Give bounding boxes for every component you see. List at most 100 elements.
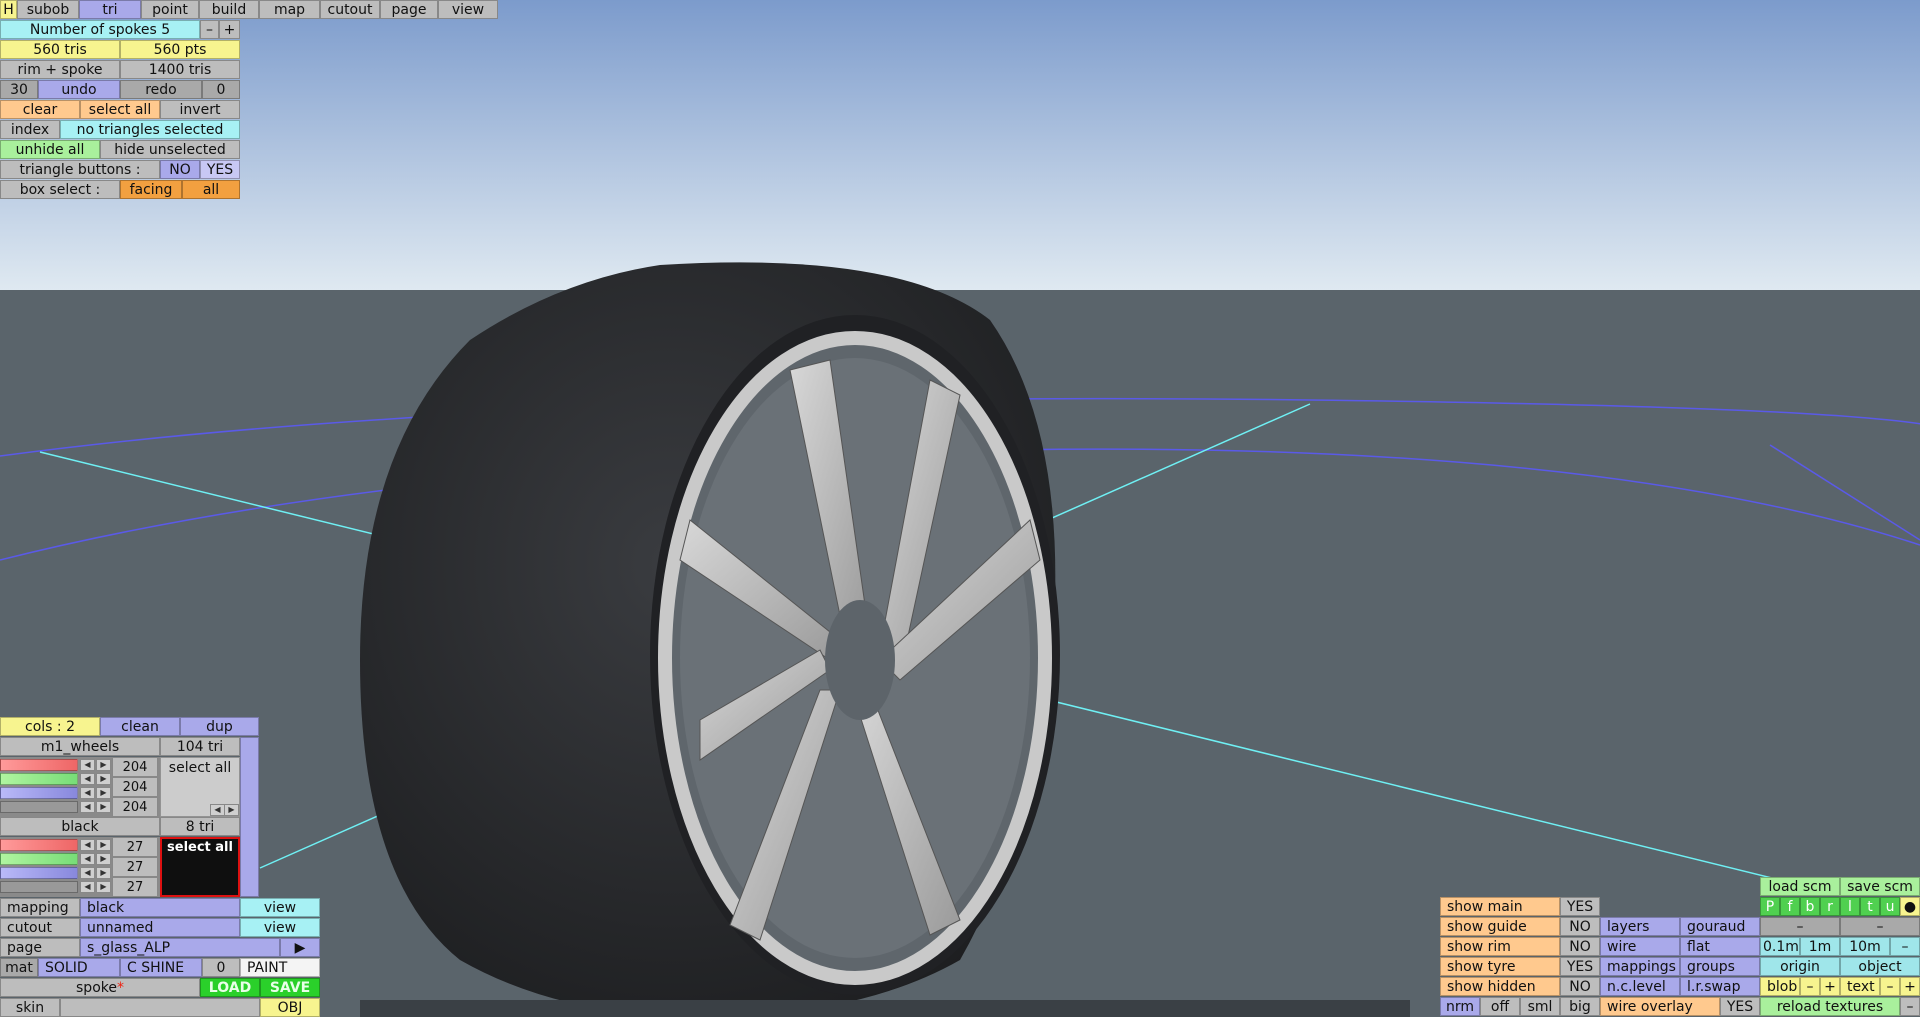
box-select-all[interactable]: all (182, 180, 240, 199)
tab-page[interactable]: page (380, 0, 438, 19)
show-tyre-value[interactable]: YES (1560, 957, 1600, 976)
mappings-button[interactable]: mappings (1600, 957, 1680, 976)
wire-overlay-value[interactable]: YES (1720, 997, 1760, 1016)
tab-build[interactable]: build (199, 0, 259, 19)
view-top[interactable]: t (1860, 897, 1880, 916)
spokes-minus-button[interactable]: – (200, 20, 219, 39)
skin-value[interactable] (60, 998, 260, 1017)
view-right[interactable]: r (1820, 897, 1840, 916)
colour-2-a-right-arrow[interactable]: ▶ (96, 881, 111, 893)
index-button[interactable]: index (0, 120, 60, 139)
mat-shine-value[interactable]: 0 (202, 958, 240, 977)
colour-1-blue-slider[interactable] (0, 787, 78, 799)
spokes-plus-button[interactable]: + (219, 20, 240, 39)
right-dash-button[interactable]: – (1840, 917, 1920, 936)
page-next-button[interactable]: ▶ (280, 938, 320, 957)
colour-1-b-right-arrow[interactable]: ▶ (96, 787, 111, 799)
colour-2-g-right-arrow[interactable]: ▶ (96, 853, 111, 865)
lr-swap-button[interactable]: l.r.swap (1680, 977, 1760, 996)
obj-button[interactable]: OBJ (260, 998, 320, 1017)
gouraud-button[interactable]: gouraud (1680, 917, 1760, 936)
origin-button[interactable]: origin (1760, 957, 1840, 976)
show-guide-label[interactable]: show guide (1440, 917, 1560, 936)
groups-button[interactable]: groups (1680, 957, 1760, 976)
colour-2-r-value[interactable]: 27 (112, 837, 158, 857)
view-dot[interactable]: ● (1900, 897, 1920, 916)
hide-ui-button[interactable]: H (0, 0, 17, 19)
reload-minus-button[interactable]: – (1900, 997, 1920, 1016)
hide-unselected-button[interactable]: hide unselected (100, 140, 240, 159)
colour-2-green-slider[interactable] (0, 853, 78, 865)
view-back[interactable]: b (1800, 897, 1820, 916)
cutout-value[interactable]: unnamed (80, 918, 240, 937)
layers-button[interactable]: layers (1600, 917, 1680, 936)
save-scm-button[interactable]: save scm (1840, 877, 1920, 896)
text-button[interactable]: text (1840, 977, 1880, 996)
mat-solid-button[interactable]: SOLID (38, 958, 120, 977)
show-main-label[interactable]: show main (1440, 897, 1560, 916)
clear-button[interactable]: clear (0, 100, 80, 119)
show-guide-value[interactable]: NO (1560, 917, 1600, 936)
tab-tri[interactable]: tri (79, 0, 141, 19)
mat-cshine-button[interactable]: C SHINE (120, 958, 202, 977)
colour-2-select-all[interactable]: select all (160, 837, 240, 897)
show-hidden-value[interactable]: NO (1560, 977, 1600, 996)
colour-1-g-left-arrow[interactable]: ◀ (80, 773, 95, 785)
show-hidden-label[interactable]: show hidden (1440, 977, 1560, 996)
cutout-view-button[interactable]: view (240, 918, 320, 937)
text-minus-button[interactable]: – (1880, 977, 1900, 996)
triangle-buttons-no[interactable]: NO (160, 160, 200, 179)
invert-button[interactable]: invert (160, 100, 240, 119)
colour-1-b-left-arrow[interactable]: ◀ (80, 787, 95, 799)
colour-2-r-left-arrow[interactable]: ◀ (80, 839, 95, 851)
colour-2-a-left-arrow[interactable]: ◀ (80, 881, 95, 893)
colour-2-g-value[interactable]: 27 (112, 857, 158, 877)
off-button[interactable]: off (1480, 997, 1520, 1016)
tab-cutout[interactable]: cutout (320, 0, 380, 19)
show-main-value[interactable]: YES (1560, 897, 1600, 916)
show-tyre-label[interactable]: show tyre (1440, 957, 1560, 976)
unhide-all-button[interactable]: unhide all (0, 140, 100, 159)
colour-1-green-slider[interactable] (0, 773, 78, 785)
colour-2-blue-slider[interactable] (0, 867, 78, 879)
dup-button[interactable]: dup (180, 717, 259, 736)
show-rim-value[interactable]: NO (1560, 937, 1600, 956)
flat-button[interactable]: flat (1680, 937, 1760, 956)
colour-2-red-slider[interactable] (0, 839, 78, 851)
colour-2-b-left-arrow[interactable]: ◀ (80, 867, 95, 879)
colour-1-r-right-arrow[interactable]: ▶ (96, 759, 111, 771)
page-value[interactable]: s_glass_ALP (80, 938, 280, 957)
view-left[interactable]: l (1840, 897, 1860, 916)
colour-2-name[interactable]: black (0, 817, 160, 836)
box-select-facing[interactable]: facing (120, 180, 182, 199)
colour-1-b-value[interactable]: 204 (112, 797, 158, 817)
view-under[interactable]: u (1880, 897, 1900, 916)
tab-map[interactable]: map (259, 0, 320, 19)
blob-plus-button[interactable]: + (1820, 977, 1840, 996)
nc-level-button[interactable]: n.c.level (1600, 977, 1680, 996)
grid-0-1m-button[interactable]: 0.1m (1760, 937, 1800, 956)
colour-1-a-right-arrow[interactable]: ▶ (96, 801, 111, 813)
show-rim-label[interactable]: show rim (1440, 937, 1560, 956)
big-button[interactable]: big (1560, 997, 1600, 1016)
colour-1-alpha-slider[interactable] (0, 801, 78, 813)
colour-1-r-value[interactable]: 204 (112, 757, 158, 777)
wire-overlay-label[interactable]: wire overlay (1600, 997, 1720, 1016)
colour-1-g-right-arrow[interactable]: ▶ (96, 773, 111, 785)
clean-button[interactable]: clean (100, 717, 180, 736)
colour-1-a-left-arrow[interactable]: ◀ (80, 801, 95, 813)
small-button[interactable]: sml (1520, 997, 1560, 1016)
material-name[interactable]: m1_wheels (0, 737, 160, 756)
left-dash-button[interactable]: – (1760, 917, 1840, 936)
load-scm-button[interactable]: load scm (1760, 877, 1840, 896)
text-plus-button[interactable]: + (1900, 977, 1920, 996)
grid-minus-button[interactable]: – (1890, 937, 1920, 956)
colour-1-g-value[interactable]: 204 (112, 777, 158, 797)
select-all-button[interactable]: select all (80, 100, 160, 119)
grid-1m-button[interactable]: 1m (1800, 937, 1840, 956)
colour-2-r-right-arrow[interactable]: ▶ (96, 839, 111, 851)
view-perspective[interactable]: P (1760, 897, 1780, 916)
colour-1-red-slider[interactable] (0, 759, 78, 771)
colour-scrollbar[interactable] (240, 737, 259, 897)
redo-button[interactable]: redo (120, 80, 202, 99)
